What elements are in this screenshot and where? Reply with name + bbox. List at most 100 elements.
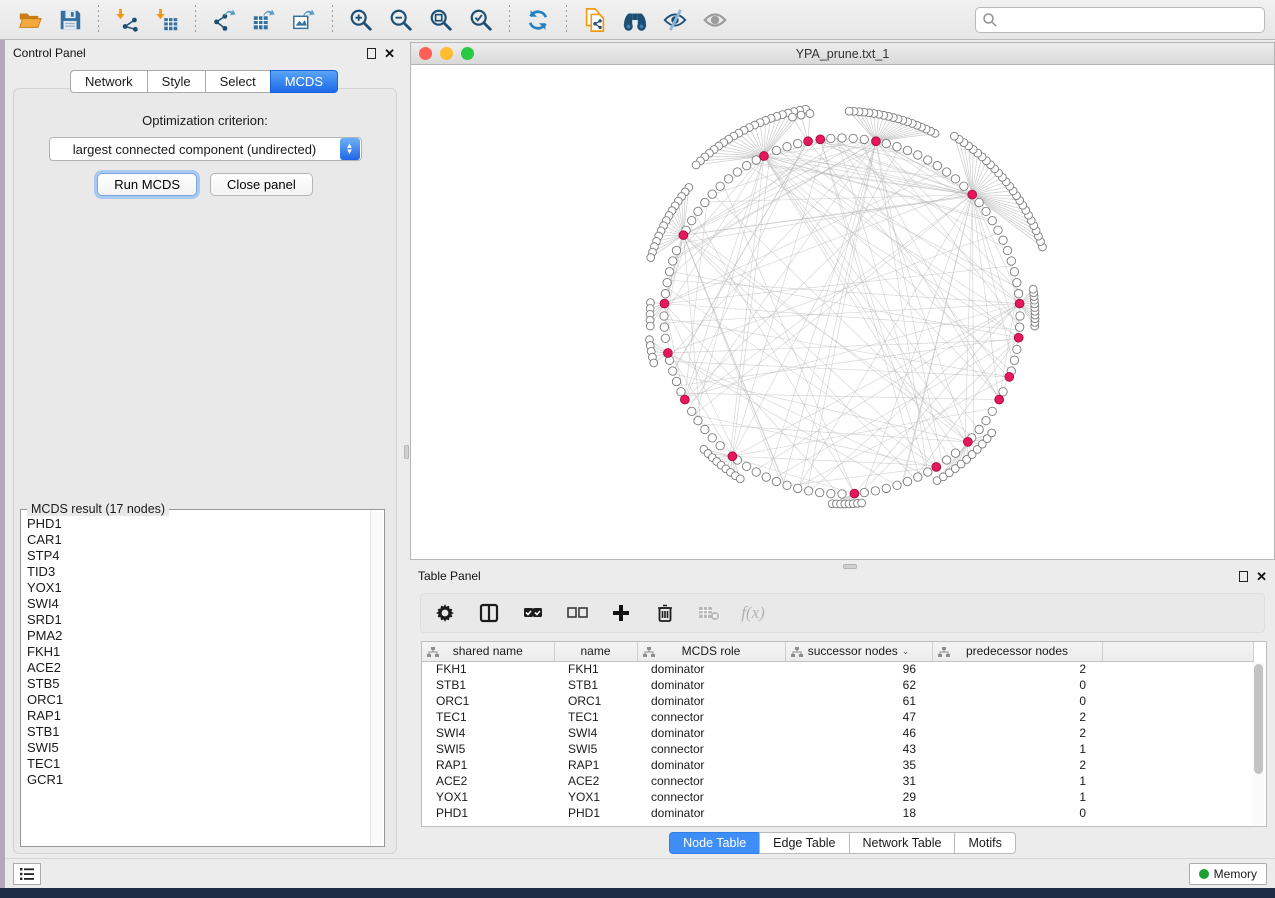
table-row[interactable]: YOX1YOX1connector291 <box>422 789 1254 805</box>
column-type-icon <box>938 647 950 657</box>
network-graph[interactable] <box>411 66 1274 559</box>
splitter-grip[interactable] <box>404 445 409 459</box>
table-row[interactable]: PHD1PHD1dominator180 <box>422 805 1254 821</box>
search-box[interactable] <box>975 7 1265 33</box>
add-column-icon[interactable] <box>609 601 633 625</box>
tab-network-table[interactable]: Network Table <box>849 832 955 854</box>
mcds-result-list[interactable]: PHD1CAR1STP4TID3YOX1SWI4SRD1PMA2FKH1ACE2… <box>27 516 368 844</box>
toolbar-separator <box>566 5 567 35</box>
table-panel: Table Panel ✕ <box>410 563 1275 828</box>
close-panel-icon[interactable]: ✕ <box>384 47 395 60</box>
result-node[interactable]: STB1 <box>27 724 368 740</box>
clone-network-icon[interactable] <box>580 5 610 35</box>
vertical-splitter[interactable] <box>403 40 410 858</box>
settings-icon[interactable] <box>433 601 457 625</box>
show-all-icon[interactable] <box>700 5 730 35</box>
result-node[interactable]: TEC1 <box>27 756 368 772</box>
column-header[interactable]: successor nodes⌄ <box>785 642 932 661</box>
result-node[interactable]: PHD1 <box>27 516 368 532</box>
deselect-all-icon[interactable] <box>565 601 589 625</box>
tab-motifs[interactable]: Motifs <box>954 832 1015 854</box>
close-panel-button[interactable]: Close panel <box>210 173 313 196</box>
zoom-in-icon[interactable] <box>346 5 376 35</box>
close-window-icon[interactable] <box>419 47 432 60</box>
tab-node-table[interactable]: Node Table <box>669 832 759 854</box>
column-header[interactable]: name <box>554 642 637 661</box>
tab-select[interactable]: Select <box>205 70 270 93</box>
minimize-window-icon[interactable] <box>440 47 453 60</box>
table-row[interactable]: SWI4SWI4dominator462 <box>422 725 1254 741</box>
zoom-selected-icon[interactable] <box>466 5 496 35</box>
maximize-window-icon[interactable] <box>461 47 474 60</box>
tab-edge-table[interactable]: Edge Table <box>759 832 848 854</box>
open-icon[interactable] <box>15 5 45 35</box>
function-builder-icon: f(x) <box>741 601 765 625</box>
result-node[interactable]: GCR1 <box>27 772 368 788</box>
table-scrollbar-thumb[interactable] <box>1254 664 1263 774</box>
save-icon[interactable] <box>55 5 85 35</box>
result-node[interactable]: ACE2 <box>27 660 368 676</box>
select-all-icon[interactable] <box>521 601 545 625</box>
sort-indicator-icon: ⌄ <box>902 646 910 657</box>
network-window-titlebar[interactable]: YPA_prune.txt_1 <box>411 43 1274 65</box>
result-node[interactable]: SWI5 <box>27 740 368 756</box>
hide-selected-icon[interactable] <box>660 5 690 35</box>
select-spinner-icon: ▲▼ <box>340 138 360 160</box>
tab-network[interactable]: Network <box>70 70 147 93</box>
node-table[interactable]: shared namenameMCDS rolesuccessor nodes⌄… <box>421 641 1267 827</box>
delete-column-icon[interactable] <box>653 601 677 625</box>
zoom-out-icon[interactable] <box>386 5 416 35</box>
result-node[interactable]: STB5 <box>27 676 368 692</box>
table-row[interactable]: ORC1ORC1dominator610 <box>422 693 1254 709</box>
task-history-button[interactable] <box>13 863 41 885</box>
float-panel-icon[interactable] <box>367 48 376 59</box>
column-type-icon <box>791 647 803 657</box>
result-node[interactable]: RAP1 <box>27 708 368 724</box>
search-input[interactable] <box>998 13 1258 27</box>
table-row[interactable]: STB1STB1dominator620 <box>422 677 1254 693</box>
mcds-tab-content: Optimization criterion: largest connecte… <box>13 88 397 854</box>
control-panel: Control Panel ✕ Network Style Select MCD… <box>5 40 403 858</box>
columns-icon[interactable] <box>477 601 501 625</box>
table-row[interactable]: TEC1TEC1connector472 <box>422 709 1254 725</box>
network-canvas[interactable] <box>411 66 1274 559</box>
column-header-empty <box>1102 642 1254 661</box>
refresh-icon[interactable] <box>523 5 553 35</box>
memory-button[interactable]: Memory <box>1189 863 1267 885</box>
tab-mcds[interactable]: MCDS <box>270 70 338 93</box>
column-header[interactable]: shared name <box>422 642 554 661</box>
float-table-panel-icon[interactable] <box>1239 571 1248 582</box>
horizontal-splitter-grip[interactable] <box>843 564 857 569</box>
table-row[interactable]: FKH1FKH1dominator962 <box>422 661 1254 677</box>
export-network-icon[interactable] <box>209 5 239 35</box>
zoom-fit-icon[interactable] <box>426 5 456 35</box>
result-node[interactable]: ORC1 <box>27 692 368 708</box>
result-node[interactable]: TID3 <box>27 564 368 580</box>
first-neighbors-icon[interactable] <box>620 5 650 35</box>
table-row[interactable]: RAP1RAP1dominator352 <box>422 757 1254 773</box>
import-network-icon[interactable] <box>112 5 142 35</box>
table-row[interactable]: ACE2ACE2connector311 <box>422 773 1254 789</box>
export-table-icon[interactable] <box>249 5 279 35</box>
optimization-criterion-select[interactable]: largest connected component (undirected)… <box>49 137 362 161</box>
close-table-panel-icon[interactable]: ✕ <box>1256 570 1267 583</box>
export-image-icon[interactable] <box>289 5 319 35</box>
mcds-result-title: MCDS result (17 nodes) <box>27 502 169 516</box>
result-node[interactable]: PMA2 <box>27 628 368 644</box>
main-toolbar <box>0 0 1275 40</box>
result-node[interactable]: STP4 <box>27 548 368 564</box>
import-table-icon[interactable] <box>152 5 182 35</box>
result-node[interactable]: SRD1 <box>27 612 368 628</box>
tab-style[interactable]: Style <box>147 70 205 93</box>
column-header[interactable]: MCDS role <box>637 642 785 661</box>
result-node[interactable]: CAR1 <box>27 532 368 548</box>
result-node[interactable]: YOX1 <box>27 580 368 596</box>
result-list-scrollbar[interactable] <box>370 511 383 845</box>
run-mcds-button[interactable]: Run MCDS <box>97 173 197 196</box>
result-node[interactable]: FKH1 <box>27 644 368 660</box>
result-node[interactable]: SWI4 <box>27 596 368 612</box>
table-scrollbar[interactable] <box>1252 662 1265 825</box>
control-panel-title: Control Panel <box>13 46 86 60</box>
table-row[interactable]: SWI5SWI5connector431 <box>422 741 1254 757</box>
column-header[interactable]: predecessor nodes <box>932 642 1102 661</box>
